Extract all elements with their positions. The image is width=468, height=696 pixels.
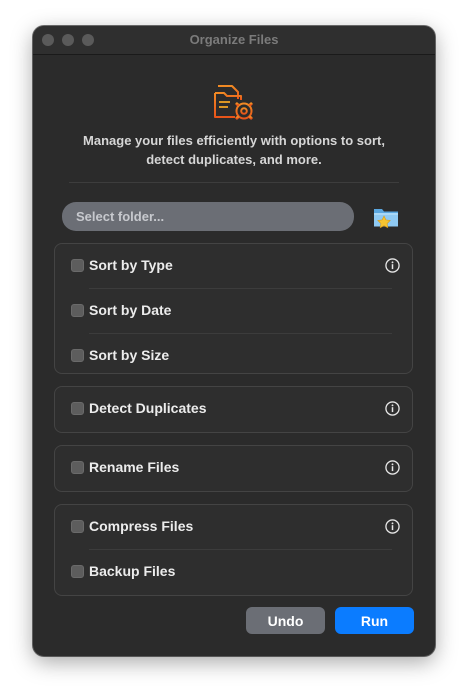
- sort-by-size-label: Sort by Size: [89, 347, 170, 363]
- select-folder-input[interactable]: [62, 202, 354, 231]
- sort-by-date-checkbox[interactable]: [71, 304, 84, 317]
- duplicates-group: Detect Duplicates: [54, 386, 413, 433]
- app-description: Manage your files efficiently with optio…: [83, 133, 385, 167]
- backup-files-checkbox[interactable]: [71, 565, 84, 578]
- sort-options-group: Sort by Type Sort by Date Sort by Size: [54, 243, 413, 374]
- info-icon[interactable]: [385, 519, 400, 534]
- info-icon[interactable]: [385, 460, 400, 475]
- option-row-compress-files[interactable]: Compress Files: [55, 505, 412, 550]
- info-icon[interactable]: [385, 258, 400, 273]
- sort-by-type-checkbox[interactable]: [71, 259, 84, 272]
- detect-duplicates-checkbox[interactable]: [71, 402, 84, 415]
- window-title: Organize Files: [189, 32, 279, 47]
- folder-star-icon[interactable]: [372, 203, 400, 231]
- option-row-rename-files[interactable]: Rename Files: [55, 446, 412, 491]
- backup-files-label: Backup Files: [89, 563, 176, 579]
- rename-files-checkbox[interactable]: [71, 461, 84, 474]
- option-row-backup-files[interactable]: Backup Files: [55, 550, 412, 595]
- sort-by-date-label: Sort by Date: [89, 302, 172, 318]
- undo-button[interactable]: Undo: [246, 607, 325, 634]
- compress-backup-group: Compress Files Backup Files: [54, 504, 413, 596]
- rename-files-label: Rename Files: [89, 459, 180, 475]
- sort-by-size-checkbox[interactable]: [71, 349, 84, 362]
- option-row-sort-by-type[interactable]: Sort by Type: [55, 244, 412, 289]
- organize-files-window: Organize Files Manage your files efficie…: [33, 26, 435, 656]
- detect-duplicates-label: Detect Duplicates: [89, 400, 207, 416]
- rename-group: Rename Files: [54, 445, 413, 492]
- option-row-sort-by-date[interactable]: Sort by Date: [55, 289, 412, 334]
- info-icon[interactable]: [385, 401, 400, 416]
- run-button[interactable]: Run: [335, 607, 414, 634]
- compress-files-checkbox[interactable]: [71, 520, 84, 533]
- title-bar[interactable]: Organize Files: [33, 26, 435, 55]
- compress-files-label: Compress Files: [89, 518, 194, 534]
- header-divider: [69, 182, 399, 183]
- option-row-sort-by-size[interactable]: Sort by Size: [55, 334, 412, 379]
- folder-gear-icon: [214, 85, 256, 123]
- sort-by-type-label: Sort by Type: [89, 257, 173, 273]
- option-row-detect-duplicates[interactable]: Detect Duplicates: [55, 387, 412, 432]
